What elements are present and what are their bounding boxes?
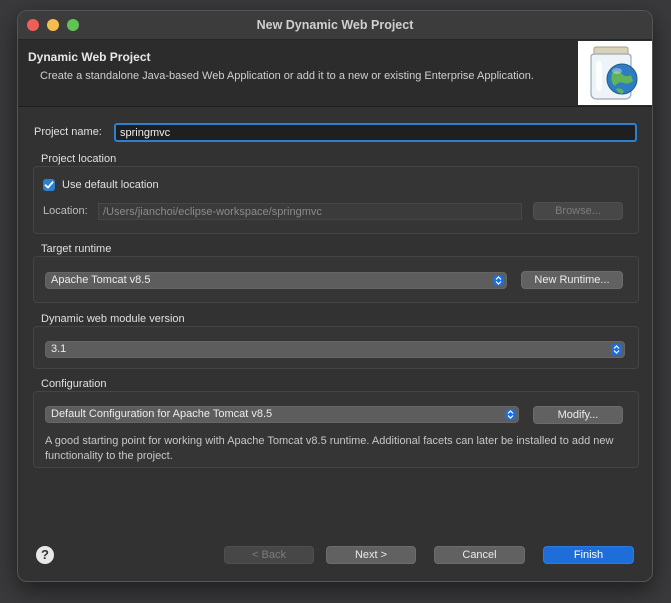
web-module-version-select[interactable]: 3.1 <box>45 341 625 358</box>
select-arrows-icon <box>611 344 622 355</box>
target-runtime-selected: Apache Tomcat v8.5 <box>51 274 151 286</box>
web-module-group: 3.1 <box>33 326 639 369</box>
wizard-banner: Dynamic Web Project Create a standalone … <box>18 40 652 106</box>
target-runtime-group-title: Target runtime <box>41 243 112 255</box>
dialog-window: New Dynamic Web Project Dynamic Web Proj… <box>17 10 653 582</box>
project-name-label: Project name: <box>34 126 102 138</box>
target-runtime-select[interactable]: Apache Tomcat v8.5 <box>45 272 507 289</box>
cancel-button[interactable]: Cancel <box>434 546 525 564</box>
project-name-input[interactable] <box>114 123 637 142</box>
browse-button[interactable]: Browse... <box>533 202 623 220</box>
next-button[interactable]: Next > <box>326 546 416 564</box>
use-default-location-checkbox[interactable] <box>43 179 55 191</box>
help-button[interactable]: ? <box>36 546 54 564</box>
configuration-select[interactable]: Default Configuration for Apache Tomcat … <box>45 406 519 423</box>
window-title: New Dynamic Web Project <box>256 18 414 32</box>
target-runtime-group: Apache Tomcat v8.5 New Runtime... <box>33 256 639 303</box>
banner-title: Dynamic Web Project <box>28 50 151 64</box>
location-label: Location: <box>43 205 88 217</box>
configuration-selected: Default Configuration for Apache Tomcat … <box>51 408 273 420</box>
modify-button[interactable]: Modify... <box>533 406 623 424</box>
configuration-group: Default Configuration for Apache Tomcat … <box>33 391 639 468</box>
title-bar: New Dynamic Web Project <box>18 11 652 40</box>
project-location-group: Use default location Location: /Users/ji… <box>33 166 639 234</box>
new-runtime-button[interactable]: New Runtime... <box>521 271 623 289</box>
select-arrows-icon <box>505 409 516 420</box>
use-default-location-label: Use default location <box>62 179 159 191</box>
web-module-version-selected: 3.1 <box>51 343 67 355</box>
banner-description: Create a standalone Java-based Web Appli… <box>40 70 534 82</box>
checkmark-icon <box>44 181 54 189</box>
select-arrows-icon <box>493 275 504 286</box>
configuration-description: A good starting point for working with A… <box>45 435 614 462</box>
finish-button[interactable]: Finish <box>543 546 634 564</box>
project-location-group-title: Project location <box>41 153 117 165</box>
configuration-group-title: Configuration <box>41 378 107 390</box>
back-button[interactable]: < Back <box>224 546 314 564</box>
banner-separator <box>18 106 652 107</box>
location-input[interactable]: /Users/jianchoi/eclipse-workspace/spring… <box>98 203 522 220</box>
web-project-jar-globe-icon <box>578 41 652 105</box>
web-module-group-title: Dynamic web module version <box>41 313 185 325</box>
